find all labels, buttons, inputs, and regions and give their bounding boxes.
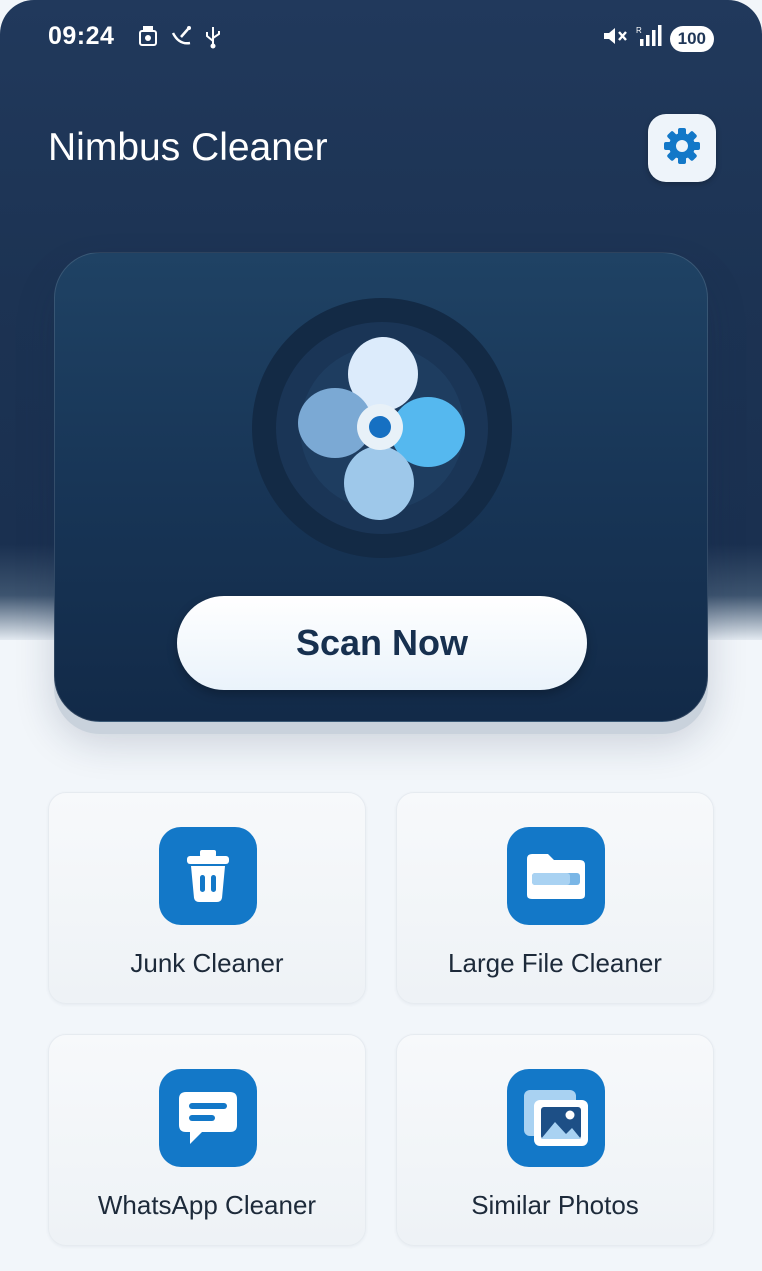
mute-icon [602, 25, 628, 52]
photos-icon [507, 1069, 605, 1167]
status-right-icons: R 100 [602, 24, 714, 53]
tool-label: WhatsApp Cleaner [97, 1190, 317, 1220]
satellite-icon [170, 25, 192, 54]
trash-icon [159, 827, 257, 925]
gear-icon [661, 125, 703, 172]
chat-icon [159, 1069, 257, 1167]
fan-icon [251, 297, 513, 559]
status-time: 09:24 [48, 22, 115, 50]
tool-tile-whatsapp-cleaner[interactable]: WhatsApp Cleaner [48, 1034, 366, 1246]
page-title: Nimbus Cleaner [48, 126, 328, 169]
status-bar: 09:24 R 100 [0, 0, 762, 76]
battery-icon: 100 [669, 25, 714, 52]
scan-card: Scan Now [54, 252, 708, 722]
svg-text:R: R [636, 26, 642, 35]
scan-now-button[interactable]: Scan Now [177, 596, 587, 690]
tool-tile-large-file-cleaner[interactable]: Large File Cleaner [396, 792, 714, 1004]
tool-tile-junk-cleaner[interactable]: Junk Cleaner [48, 792, 366, 1004]
photo-notification-icon [138, 25, 158, 54]
tool-label: Similar Photos [471, 1190, 639, 1220]
tool-label: Junk Cleaner [130, 948, 284, 978]
folder-icon [507, 827, 605, 925]
settings-button[interactable] [648, 114, 716, 182]
usb-icon [204, 25, 222, 54]
status-left-icons [138, 25, 222, 54]
signal-icon: R [636, 24, 662, 53]
tool-label: Large File Cleaner [448, 948, 662, 978]
tool-tile-similar-photos[interactable]: Similar Photos [396, 1034, 714, 1246]
